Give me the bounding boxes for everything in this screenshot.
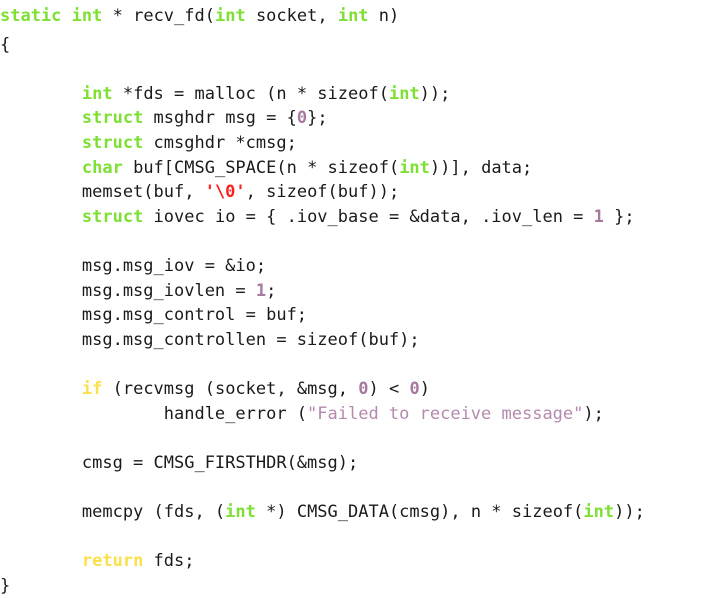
- code-token-type: int: [71, 6, 103, 26]
- code-token-plain: ));: [614, 501, 645, 522]
- code-token-plain: ;: [266, 280, 277, 301]
- code-line: memset(buf, '\0', sizeof(buf));: [0, 180, 715, 205]
- code-line: struct cmsghdr *cmsg;: [0, 131, 715, 156]
- code-token-plain: msg.msg_iovlen =: [0, 280, 256, 301]
- code-token-plain: msg.msg_control = buf;: [0, 305, 308, 326]
- code-line: int *fds = malloc (n * sizeof(int));: [0, 82, 715, 107]
- code-token-type: int: [214, 6, 246, 26]
- code-token-plain: fds;: [143, 551, 195, 572]
- code-line: msg.msg_controllen = sizeof(buf);: [0, 328, 715, 353]
- code-token-type: int: [81, 83, 113, 104]
- code-token-type: int: [337, 6, 369, 26]
- code-token-plain: ));: [419, 83, 451, 104]
- code-token-type: struct: [81, 132, 144, 153]
- code-token-plain: msghdr msg = {: [143, 108, 297, 129]
- code-token-plain: {: [0, 34, 11, 55]
- code-line: }: [0, 574, 715, 598]
- code-token-type: int: [225, 501, 256, 522]
- code-token-type: static: [0, 6, 62, 26]
- code-listing[interactable]: static int * recv_fd(int socket, int n){…: [0, 0, 715, 596]
- code-token-plain: cmsghdr *cmsg;: [143, 132, 297, 153]
- code-token-string: "Failed to receive message": [307, 403, 584, 424]
- code-token-plain: * recv_fd(: [102, 6, 215, 26]
- code-token-number: 0: [296, 108, 308, 129]
- code-token-plain: };: [603, 206, 635, 227]
- code-line: if (recvmsg (socket, &msg, 0) < 0): [0, 377, 715, 402]
- code-token-plain: }: [0, 575, 11, 596]
- code-line: cmsg = CMSG_FIRSTHDR(&msg);: [0, 451, 715, 476]
- code-token-plain: ) <: [368, 378, 410, 399]
- code-token-char: '\0': [204, 182, 246, 203]
- code-token-keyword: return: [81, 551, 144, 572]
- code-token-plain: };: [307, 108, 328, 129]
- code-token-plain: *) CMSG_DATA(cmsg), n * sizeof(: [255, 501, 584, 522]
- code-line: char buf[CMSG_SPACE(n * sizeof(int))], d…: [0, 156, 715, 181]
- code-line: {: [0, 33, 715, 58]
- code-token-plain: cmsg = CMSG_FIRSTHDR(&msg);: [0, 452, 359, 473]
- code-token-plain: n): [368, 6, 400, 26]
- code-token-plain: msg.msg_iov = &io;: [0, 255, 267, 276]
- code-token-plain: socket,: [245, 6, 338, 26]
- code-token-plain: );: [583, 403, 604, 424]
- code-token-number: 0: [358, 378, 369, 399]
- code-line: struct msghdr msg = {0};: [0, 106, 715, 131]
- code-token-plain: *fds = malloc (n * sizeof(: [112, 83, 389, 104]
- code-token-type: struct: [81, 206, 144, 227]
- code-token-plain: buf[CMSG_SPACE(n * sizeof(: [122, 157, 400, 178]
- code-token-plain: (recvmsg (socket, &msg,: [102, 378, 359, 399]
- code-line: msg.msg_iovlen = 1;: [0, 279, 715, 304]
- code-token-type: int: [583, 501, 615, 522]
- code-line: static int * recv_fd(int socket, int n): [0, 0, 715, 33]
- code-token-plain: memcpy (fds, (: [0, 501, 226, 522]
- code-line: msg.msg_iov = &io;: [0, 254, 715, 279]
- code-token-type: struct: [81, 108, 144, 129]
- code-token-number: 0: [409, 378, 420, 399]
- code-token-keyword: if: [81, 378, 103, 399]
- code-token-plain: ): [419, 378, 430, 399]
- code-line: return fds;: [0, 549, 715, 574]
- code-token-plain: , sizeof(buf));: [245, 182, 400, 203]
- code-token-plain: msg.msg_controllen = sizeof(buf);: [0, 329, 420, 350]
- code-line: memcpy (fds, (int *) CMSG_DATA(cmsg), n …: [0, 500, 715, 525]
- code-line: handle_error ("Failed to receive message…: [0, 402, 715, 427]
- code-token-number: 1: [593, 206, 604, 227]
- code-token-plain: iovec io = { .iov_base = &data, .iov_len…: [143, 206, 594, 227]
- code-line: msg.msg_control = buf;: [0, 303, 715, 328]
- code-token-plain: handle_error (: [0, 403, 308, 424]
- code-token-number: 1: [255, 280, 267, 301]
- code-token-plain: ))], data;: [429, 157, 533, 178]
- code-token-type: int: [388, 83, 420, 104]
- code-token-type: char: [81, 157, 123, 178]
- code-token-plain: memset(buf,: [0, 182, 205, 203]
- code-line: struct iovec io = { .iov_base = &data, .…: [0, 205, 715, 230]
- code-token-type: int: [399, 157, 430, 178]
